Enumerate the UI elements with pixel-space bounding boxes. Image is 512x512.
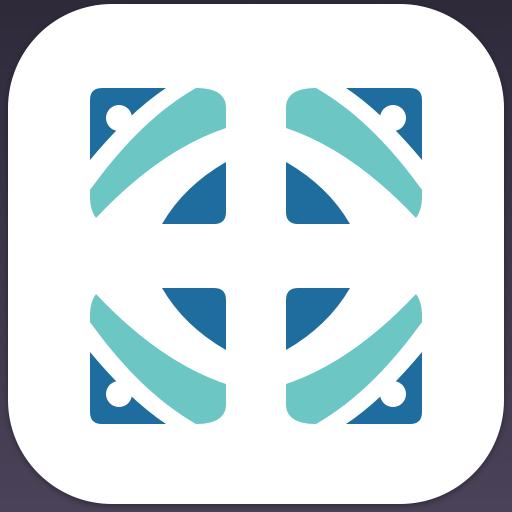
four-quadrant-tile-logo-icon (90, 88, 422, 424)
tile-bottom-left (90, 288, 226, 424)
tile-top-left (90, 88, 226, 224)
tile-bottom-right (286, 288, 422, 424)
tile-top-right (286, 88, 422, 224)
